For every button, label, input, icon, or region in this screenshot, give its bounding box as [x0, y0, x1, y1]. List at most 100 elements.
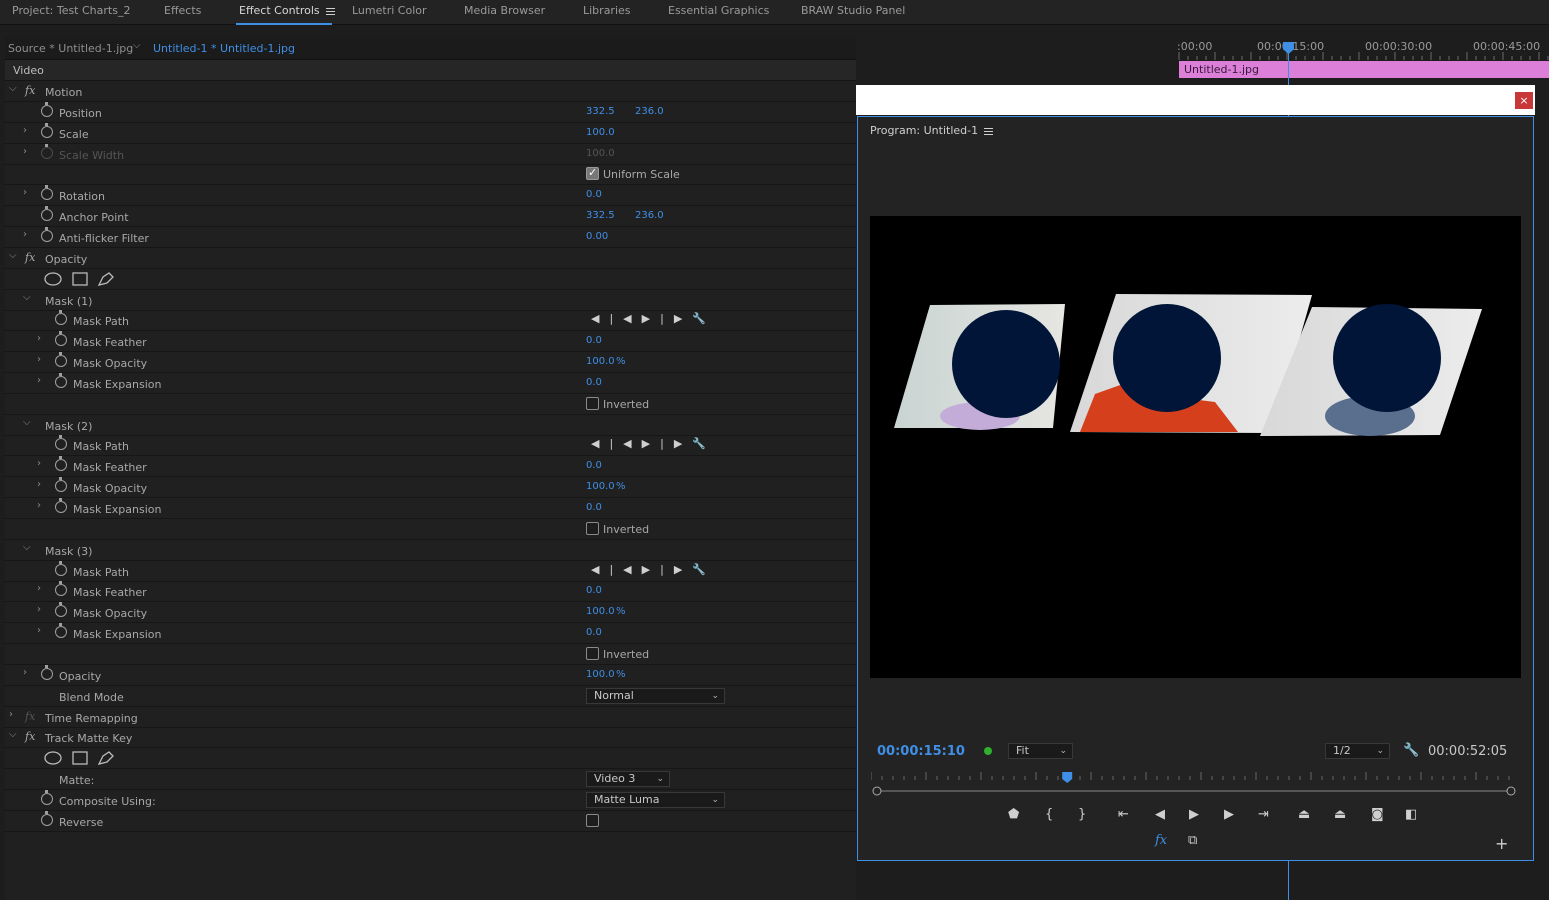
source-label[interactable]: Source * Untitled-1.jpg	[8, 42, 133, 55]
ec-row-anchor-point[interactable]: Anchor Point 332.5 236.0	[5, 206, 856, 228]
stopwatch-icon[interactable]	[55, 602, 67, 618]
stopwatch-icon[interactable]	[41, 226, 53, 242]
stopwatch-icon[interactable]	[55, 310, 67, 326]
chevron-right-icon[interactable]: ›	[23, 229, 27, 240]
monitor-title[interactable]: Program: Untitled-1	[870, 124, 994, 137]
chevron-down-icon[interactable]: ⌵	[9, 83, 17, 94]
ec-row-shapes[interactable]	[5, 269, 856, 290]
param-value[interactable]: 0.0	[586, 189, 602, 200]
ec-row-inverted[interactable]: Inverted	[5, 519, 856, 540]
ec-row-scale[interactable]: › Scale 100.0	[5, 122, 856, 144]
tab-effects[interactable]: Effects	[164, 4, 201, 17]
chevron-right-icon[interactable]: ›	[37, 500, 41, 511]
ellipse-mask-icon[interactable]	[44, 271, 62, 286]
ec-row-mask-path[interactable]: Mask Path ◀|◀▶|▶🔧	[5, 435, 856, 457]
rectangle-mask-icon[interactable]	[72, 271, 88, 286]
param-value[interactable]: 100.0	[586, 127, 615, 138]
ec-row-mask-feather[interactable]: › Mask Feather 0.0	[5, 456, 856, 478]
close-button[interactable]: ×	[1515, 92, 1533, 109]
stopwatch-icon[interactable]	[55, 498, 67, 513]
chevron-right-icon[interactable]: ›	[37, 333, 41, 344]
tab-effect-controls[interactable]: Effect Controls	[239, 4, 335, 17]
track-forward-all-icon[interactable]: |▶	[660, 563, 692, 576]
add-marker-icon[interactable]: ⬟	[1008, 807, 1019, 822]
zoom-select[interactable]: Fit ⌄	[1008, 743, 1073, 759]
checkbox[interactable]	[586, 396, 599, 410]
stopwatch-icon[interactable]	[55, 623, 67, 639]
chevron-down-icon[interactable]: ⌵	[23, 417, 31, 428]
rectangle-mask-icon[interactable]	[72, 751, 88, 765]
ec-row-opacity[interactable]: ⌵ fx Opacity	[5, 248, 856, 269]
param-value[interactable]: 100.0	[586, 481, 615, 492]
ec-row-mask-feather[interactable]: › Mask Feather 0.0	[5, 331, 856, 353]
stopwatch-icon[interactable]	[55, 352, 67, 368]
param-value[interactable]: 332.5	[586, 106, 615, 117]
ec-row-uniform-scale[interactable]: Uniform Scale	[5, 164, 856, 186]
go-to-out-icon[interactable]: ⇥	[1258, 807, 1269, 822]
ec-row-mask-opacity[interactable]: › Mask Opacity 100.0%	[5, 352, 856, 374]
checkbox[interactable]	[586, 166, 599, 181]
time-scrubber[interactable]	[871, 772, 1517, 800]
stopwatch-icon[interactable]	[41, 810, 53, 826]
stopwatch-icon[interactable]	[41, 143, 53, 159]
ec-row-opacity[interactable]: › Opacity 100.0%	[5, 664, 856, 686]
ec-row-composite-using-[interactable]: Composite Using: Matte Luma ⌄	[5, 789, 856, 811]
pen-tool-icon[interactable]	[97, 751, 114, 766]
reverse-checkbox[interactable]	[586, 813, 599, 827]
param-value[interactable]: 100.0	[586, 148, 615, 159]
panel-menu-icon[interactable]	[325, 6, 335, 17]
ec-row-reverse[interactable]: Reverse	[5, 810, 856, 832]
mark-out-icon[interactable]: }	[1078, 807, 1086, 822]
ec-row-anti-flicker-filter[interactable]: › Anti-flicker Filter 0.00	[5, 226, 856, 248]
chevron-right-icon[interactable]: ›	[37, 583, 41, 594]
track-backward-icon[interactable]: ◀	[623, 312, 641, 325]
param-value[interactable]: 0.0	[586, 585, 602, 596]
stopwatch-icon[interactable]	[41, 122, 53, 138]
track-forward-icon[interactable]: ▶	[642, 563, 660, 576]
stopwatch-icon[interactable]	[55, 581, 67, 597]
track-backward-all-icon[interactable]: ◀|	[591, 312, 623, 325]
chevron-right-icon[interactable]: ›	[37, 625, 41, 636]
select-composite-using-[interactable]: Matte Luma ⌄	[586, 791, 725, 808]
fx-icon[interactable]: fx	[25, 84, 35, 97]
checkbox[interactable]	[586, 521, 599, 535]
pen-tool-icon[interactable]	[97, 271, 114, 286]
param-value[interactable]: 0.0	[586, 502, 602, 513]
stopwatch-icon[interactable]	[41, 101, 53, 117]
chevron-right-icon[interactable]: ›	[37, 479, 41, 490]
tab-essential-graphics[interactable]: Essential Graphics	[668, 4, 769, 17]
stopwatch-icon[interactable]	[41, 789, 53, 805]
ellipse-mask-icon[interactable]	[44, 751, 62, 765]
param-value[interactable]: 0.0	[586, 460, 602, 471]
mark-in-icon[interactable]: {	[1045, 807, 1053, 822]
ec-row-mask-2-[interactable]: ⌵ Mask (2)	[5, 415, 856, 436]
ec-row-mask-path[interactable]: Mask Path ◀|◀▶|▶🔧	[5, 310, 856, 332]
add-button-icon[interactable]: +	[1495, 834, 1508, 853]
fx-icon[interactable]: fx	[25, 710, 35, 723]
step-forward-icon[interactable]: ▶︎	[1224, 807, 1234, 822]
ec-row-mask-feather[interactable]: › Mask Feather 0.0	[5, 581, 856, 603]
ec-row-mask-opacity[interactable]: › Mask Opacity 100.0%	[5, 602, 856, 624]
ec-row-mask-expansion[interactable]: › Mask Expansion 0.0	[5, 623, 856, 645]
wrench-icon[interactable]: 🔧	[1403, 743, 1419, 758]
resolution-select[interactable]: 1/2 ⌄	[1325, 743, 1390, 759]
ec-row-mask-expansion[interactable]: › Mask Expansion 0.0	[5, 498, 856, 519]
wrench-icon[interactable]: 🔧	[692, 563, 716, 576]
ec-row-matte-[interactable]: Matte: Video 3 ⌄	[5, 769, 856, 791]
stopwatch-icon[interactable]	[55, 331, 67, 347]
stopwatch-icon[interactable]	[55, 372, 67, 388]
stopwatch-icon[interactable]	[55, 435, 67, 451]
track-forward-icon[interactable]: ▶	[642, 312, 660, 325]
ec-row-blend-mode[interactable]: Blend Mode Normal ⌄	[5, 686, 856, 707]
param-value-2[interactable]: 236.0	[635, 210, 664, 221]
chevron-right-icon[interactable]: ›	[37, 375, 41, 386]
ec-row-inverted[interactable]: Inverted	[5, 644, 856, 665]
param-value[interactable]: 100.0	[586, 606, 615, 617]
track-forward-all-icon[interactable]: |▶	[660, 312, 692, 325]
ec-row-motion[interactable]: ⌵ fx Motion	[5, 81, 856, 102]
param-value[interactable]: 0.0	[586, 335, 602, 346]
ec-row-track-matte-key[interactable]: ⌵ fx Track Matte Key	[5, 727, 856, 749]
extract-icon[interactable]: ⏏	[1334, 807, 1346, 822]
floating-window-titlebar[interactable]	[856, 85, 1535, 115]
ec-row-mask-3-[interactable]: ⌵ Mask (3)	[5, 540, 856, 561]
